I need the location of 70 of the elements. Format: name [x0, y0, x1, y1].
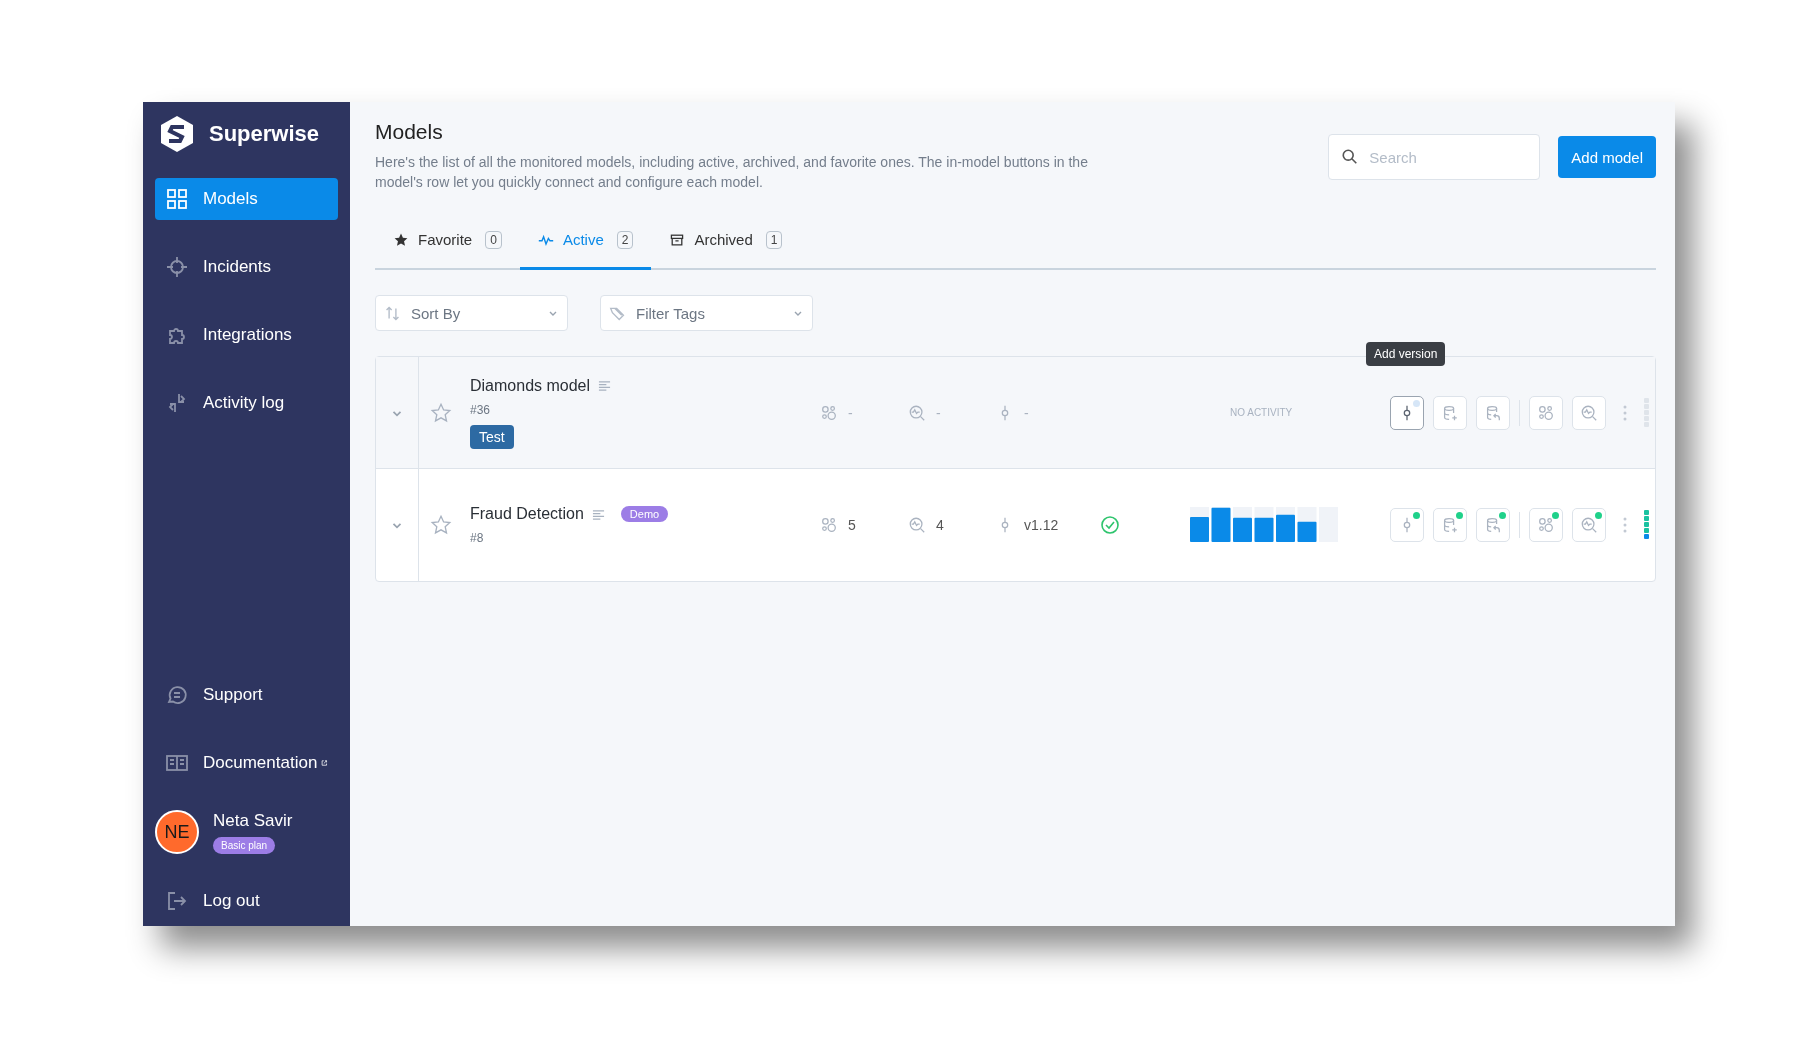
model-row[interactable]: Fraud Detection Demo #8 5 4 v1.12	[376, 468, 1655, 581]
metric-value: v1.12	[1024, 517, 1059, 533]
metric-value: -	[1024, 404, 1029, 421]
status-dot	[1552, 512, 1559, 519]
status-dot	[1595, 512, 1602, 519]
favorite-star-icon[interactable]	[430, 401, 452, 424]
model-name[interactable]: Fraud Detection	[470, 505, 584, 523]
nav-item[interactable]: Support	[155, 674, 338, 716]
nav-item[interactable]: Incidents	[155, 246, 338, 288]
magnifier-pulse-icon	[1580, 403, 1598, 422]
search-icon	[1341, 148, 1360, 166]
more-options-icon[interactable]	[1623, 404, 1627, 421]
brand-name: Superwise	[209, 121, 320, 147]
tab-count: 1	[765, 230, 783, 249]
tag-filter-dropdown[interactable]: Filter Tags	[600, 295, 813, 331]
nav-item[interactable]: Documentation	[155, 742, 338, 784]
database-return-icon	[1484, 403, 1502, 422]
circles-icon	[820, 403, 838, 422]
sort-icon	[384, 304, 401, 322]
page-title: Models	[375, 120, 444, 144]
tab[interactable]: Active 2	[519, 212, 652, 270]
status-dot	[1413, 399, 1420, 407]
description-lines-icon[interactable]	[598, 379, 612, 392]
model-id: #8	[470, 531, 484, 545]
database-add-icon	[1441, 516, 1459, 534]
status-dot	[1456, 512, 1463, 519]
plan-badge: Basic plan	[213, 836, 276, 854]
tooltip: Add version	[1366, 341, 1446, 366]
circles-icon	[1537, 516, 1555, 534]
magnifier-pulse-icon	[908, 403, 926, 422]
user-name: Neta Savir	[213, 810, 293, 831]
sort-dropdown[interactable]: Sort By	[375, 295, 568, 331]
magnifier-pulse-icon	[908, 516, 926, 534]
circles-icon	[1537, 403, 1555, 422]
nav-item[interactable]: Activity log	[155, 382, 338, 424]
user-avatar[interactable]: NE	[155, 810, 199, 854]
metric-value: 4	[936, 517, 944, 533]
add-model-button[interactable]: Add model	[1558, 136, 1656, 178]
model-name[interactable]: Diamonds model	[470, 376, 591, 395]
grid-icon	[165, 187, 189, 211]
chat-icon	[165, 683, 189, 707]
favorite-star-icon[interactable]	[430, 514, 452, 536]
search-field[interactable]: Search	[1328, 134, 1541, 180]
tag-label: Test	[470, 424, 514, 449]
status-dot	[1413, 512, 1420, 519]
circles-icon	[820, 516, 838, 534]
nav-item[interactable]: Integrations	[155, 314, 338, 356]
status-dot	[1499, 512, 1506, 519]
database-return-icon	[1484, 516, 1502, 534]
page-description: Here's the list of all the monitored models, including active, archived, and favorite ones. The in-model buttons in the model's row let you quickly connect and configure each model.	[375, 153, 1089, 192]
no-activity-label: NO ACTIVITY	[1230, 407, 1293, 418]
description-lines-icon[interactable]	[591, 507, 605, 521]
model-id: #36	[470, 402, 491, 417]
logout-icon	[165, 889, 189, 913]
crosshair-icon	[165, 255, 189, 279]
metric-value: -	[848, 404, 853, 421]
metric-value: 5	[848, 517, 856, 533]
tab[interactable]: Favorite 0	[375, 212, 520, 270]
tag-pill: Demo	[620, 506, 669, 522]
metric-value: -	[936, 404, 941, 421]
external-link-icon	[321, 757, 328, 769]
magnifier-pulse-icon	[1580, 516, 1598, 534]
nav-item[interactable]: Models	[155, 178, 338, 220]
logout-link[interactable]: Log out	[155, 880, 338, 922]
action-button[interactable]	[1390, 395, 1424, 430]
tab-count: 0	[485, 230, 502, 249]
more-options-icon[interactable]	[1623, 517, 1627, 533]
tab-count: 2	[616, 230, 634, 249]
tab[interactable]: Archived 1	[651, 212, 801, 270]
database-add-icon	[1441, 403, 1459, 422]
